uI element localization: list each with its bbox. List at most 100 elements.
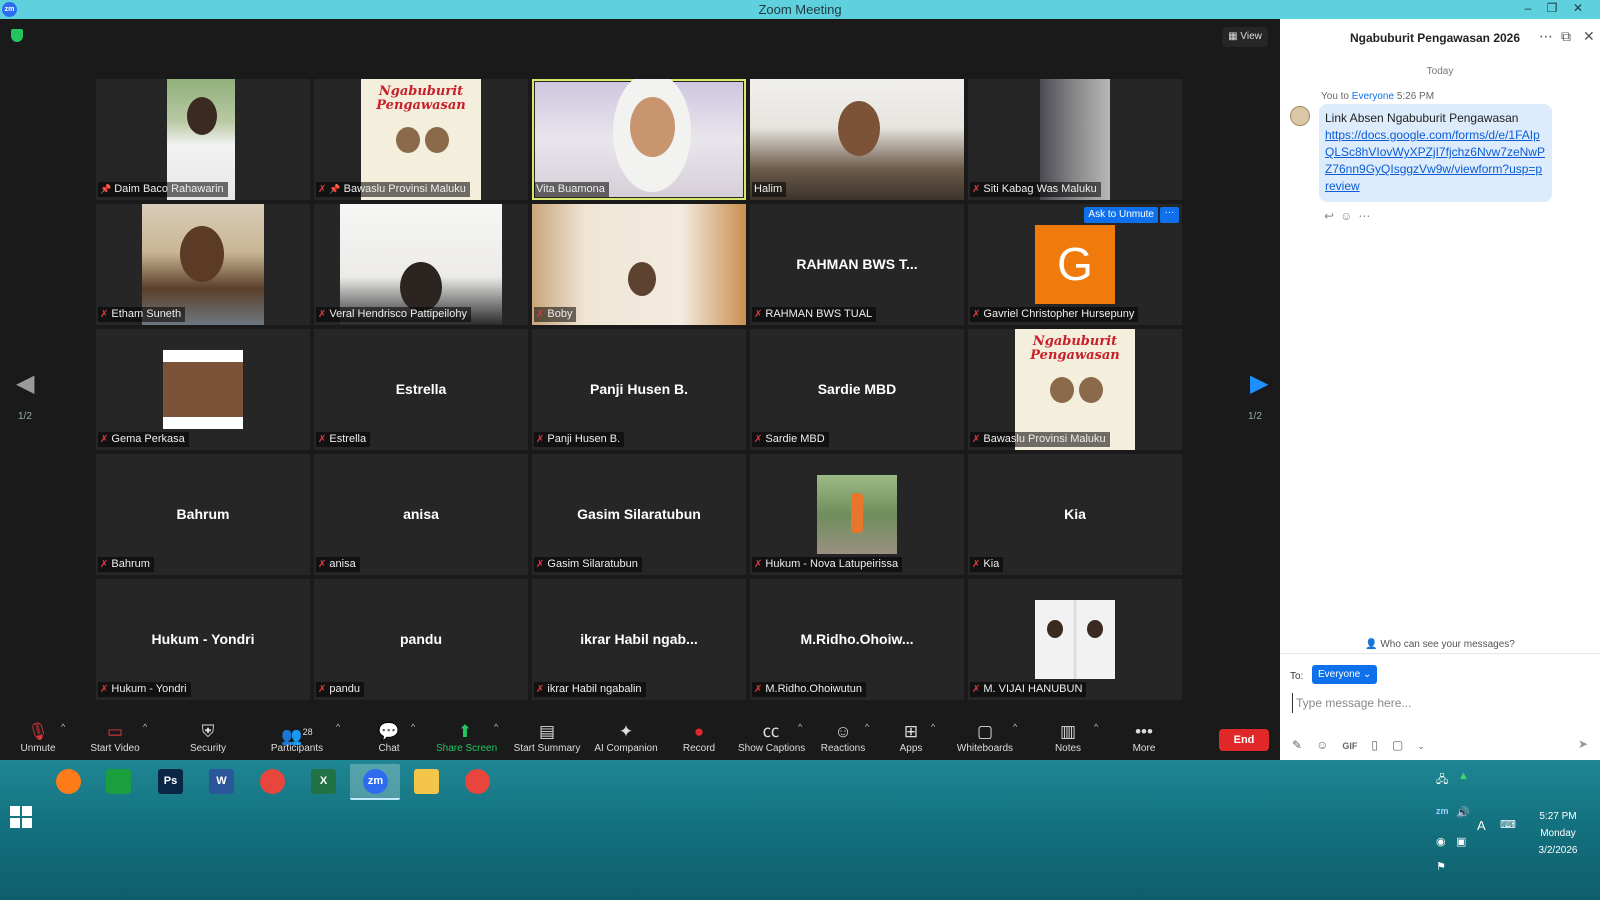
record-button[interactable]: ● Record	[682, 721, 716, 754]
minimize-button[interactable]: –	[1517, 0, 1539, 19]
participants-button[interactable]: 👥28 Participants	[270, 721, 324, 754]
windows-start-button[interactable]	[10, 806, 32, 828]
drive-tray-icon[interactable]: ▲	[1458, 770, 1469, 782]
message-input[interactable]	[1292, 693, 1582, 713]
message-more-icon[interactable]: ⋯	[1358, 209, 1376, 223]
participant-tile[interactable]: ✗ Hukum - Nova Latupeirissa	[750, 454, 964, 575]
more-button[interactable]: ••• More	[1129, 721, 1159, 754]
zoom-tray-icon[interactable]: zm	[1436, 806, 1449, 816]
app-tray-icon[interactable]: ◉	[1436, 835, 1446, 848]
apps-options-caret[interactable]: ^	[931, 722, 935, 732]
chat-options-caret[interactable]: ^	[411, 722, 415, 732]
participant-tile[interactable]: Ngabuburit Pengawasan ✗ Bawaslu Provinsi M…	[968, 329, 1182, 450]
whiteboards-button[interactable]: ▢ Whiteboards	[956, 721, 1014, 754]
participant-name-tag: ✗ Gema Perkasa	[98, 432, 189, 447]
excel-taskbar-button[interactable]: X	[298, 764, 348, 800]
word-taskbar-button[interactable]: W	[196, 764, 246, 800]
participant-tile[interactable]: ✗ Gema Perkasa	[96, 329, 310, 450]
close-chat-icon[interactable]: ✕	[1583, 28, 1595, 45]
participant-tile-active-speaker[interactable]: Vita Buamona	[532, 79, 746, 200]
photoshop-taskbar-button[interactable]: Ps	[145, 764, 195, 800]
next-page-arrow-icon[interactable]: ▶	[1250, 369, 1268, 398]
pop-out-icon[interactable]: ⧉	[1561, 28, 1571, 45]
participant-tile[interactable]: Ngabuburit Pengawasan ✗ 📌 Bawaslu Provinsi …	[314, 79, 528, 200]
taskbar-clock[interactable]: 5:27 PM Monday 3/2/2026	[1528, 808, 1588, 859]
chrome-taskbar-button-2[interactable]	[452, 764, 502, 800]
previous-page-arrow-icon[interactable]: ◀	[16, 369, 34, 398]
volume-tray-icon[interactable]: 🔊	[1456, 806, 1470, 819]
restore-button[interactable]: ❐	[1541, 0, 1563, 19]
share-options-caret[interactable]: ^	[494, 722, 498, 732]
notification-flag-icon[interactable]: ⚑	[1436, 860, 1446, 873]
gif-icon[interactable]: GIF	[1342, 741, 1357, 751]
view-button[interactable]: ▦ View	[1222, 27, 1268, 47]
show-captions-button[interactable]: ㏄ Show Captions	[738, 721, 805, 754]
keyboard-tray-icon[interactable]: ⌨	[1500, 818, 1516, 831]
reactions-options-caret[interactable]: ^	[865, 722, 869, 732]
participant-tile[interactable]: Panji Husen B. ✗ Panji Husen B.	[532, 329, 746, 450]
reply-icon[interactable]: ↩	[1324, 209, 1340, 223]
recipient-dropdown[interactable]: Everyone ⌄	[1312, 665, 1378, 684]
participant-tile[interactable]: Estrella ✗ Estrella	[314, 329, 528, 450]
security-button[interactable]: ⛨ Security	[188, 721, 228, 754]
reactions-button[interactable]: ☺ Reactions	[820, 721, 866, 754]
display-tray-icon[interactable]: ▣	[1456, 835, 1466, 848]
notes-button[interactable]: ▥ Notes	[1052, 721, 1084, 754]
chat-more-icon[interactable]: ⋯	[1539, 28, 1553, 45]
participant-tile[interactable]: M.Ridho.Ohoiw... ✗ M.Ridho.Ohoiwutun	[750, 579, 964, 700]
participant-tile[interactable]: ikrar Habil ngab... ✗ ikrar Habil ngabali…	[532, 579, 746, 700]
title-bar: zm Zoom Meeting – ❐ ✕	[0, 0, 1600, 19]
participants-options-caret[interactable]: ^	[336, 722, 340, 732]
participant-tile[interactable]: Kia ✗ Kia	[968, 454, 1182, 575]
zoom-taskbar-button[interactable]: zm	[350, 764, 400, 800]
tile-more-options-button[interactable]: ···	[1160, 207, 1179, 223]
participant-tile[interactable]: ✗ Etham Suneth	[96, 204, 310, 325]
participant-tile[interactable]: ✗ Veral Hendrisco Pattipeilohy	[314, 204, 528, 325]
participant-tile[interactable]: Sardie MBD ✗ Sardie MBD	[750, 329, 964, 450]
firefox-taskbar-button[interactable]	[43, 764, 93, 800]
send-icon[interactable]: ➤	[1578, 737, 1588, 751]
format-icon[interactable]: ✎	[1292, 738, 1302, 752]
captions-options-caret[interactable]: ^	[798, 722, 802, 732]
message-link[interactable]: https://docs.google.com/forms/d/e/1FAIpQ…	[1325, 127, 1546, 195]
file-explorer-taskbar-button[interactable]	[401, 764, 451, 800]
audio-options-caret[interactable]: ^	[61, 722, 65, 732]
participant-tile[interactable]: Halim	[750, 79, 964, 200]
who-can-see-link[interactable]: 👤 Who can see your messages?	[1280, 639, 1600, 650]
notes-options-caret[interactable]: ^	[1094, 722, 1098, 732]
file-icon[interactable]: ▯	[1371, 738, 1378, 752]
input-language-icon[interactable]: A	[1477, 818, 1486, 833]
unmute-button[interactable]: 🎙 Unmute	[18, 721, 58, 754]
add-reaction-icon[interactable]: ☺	[1340, 209, 1358, 223]
emoji-icon[interactable]: ☺	[1316, 738, 1328, 752]
participant-tile[interactable]: anisa ✗ anisa	[314, 454, 528, 575]
participant-tile[interactable]: RAHMAN BWS T... ✗ RAHMAN BWS TUAL	[750, 204, 964, 325]
ai-companion-button[interactable]: ✦ AI Companion	[592, 721, 660, 754]
participant-tile[interactable]: Bahrum ✗ Bahrum	[96, 454, 310, 575]
start-video-button[interactable]: ▭ Start Video	[90, 721, 140, 754]
participant-tile[interactable]: Hukum - Yondri ✗ Hukum - Yondri	[96, 579, 310, 700]
chat-button[interactable]: 💬 Chat	[374, 721, 404, 754]
participant-tile[interactable]: ✗ Boby	[532, 204, 746, 325]
more-tools-chevron-icon[interactable]: ⌄	[1417, 741, 1425, 751]
whiteboards-options-caret[interactable]: ^	[1013, 722, 1017, 732]
start-summary-button[interactable]: ▤ Start Summary	[512, 721, 582, 754]
participant-tile[interactable]: 📌 Daim Baco Rahawarin	[96, 79, 310, 200]
video-options-caret[interactable]: ^	[143, 722, 147, 732]
chrome-taskbar-button[interactable]	[247, 764, 297, 800]
ask-to-unmute-button[interactable]: Ask to Unmute	[1084, 207, 1158, 223]
participant-tile[interactable]: G Ask to Unmute ··· ✗ Gavriel Christopher…	[968, 204, 1182, 325]
message-recipient[interactable]: Everyone	[1352, 91, 1394, 102]
participant-tile[interactable]: ✗ Siti Kabag Was Maluku	[968, 79, 1182, 200]
network-tray-icon[interactable]: 🖧	[1436, 771, 1448, 790]
screenshot-icon[interactable]: ▢	[1392, 738, 1403, 752]
apps-button[interactable]: ⊞ Apps	[898, 721, 924, 754]
share-screen-button[interactable]: ⬆ Share Screen	[436, 721, 497, 754]
end-meeting-button[interactable]: End	[1219, 729, 1269, 751]
participant-tile[interactable]: pandu ✗ pandu	[314, 579, 528, 700]
participant-tile[interactable]: ✗ M. VIJAI HANUBUN	[968, 579, 1182, 700]
store-taskbar-button[interactable]	[93, 764, 143, 800]
encryption-shield-icon[interactable]	[11, 29, 23, 42]
participant-tile[interactable]: Gasim Silaratubun ✗ Gasim Silaratubun	[532, 454, 746, 575]
close-window-button[interactable]: ✕	[1567, 0, 1589, 19]
